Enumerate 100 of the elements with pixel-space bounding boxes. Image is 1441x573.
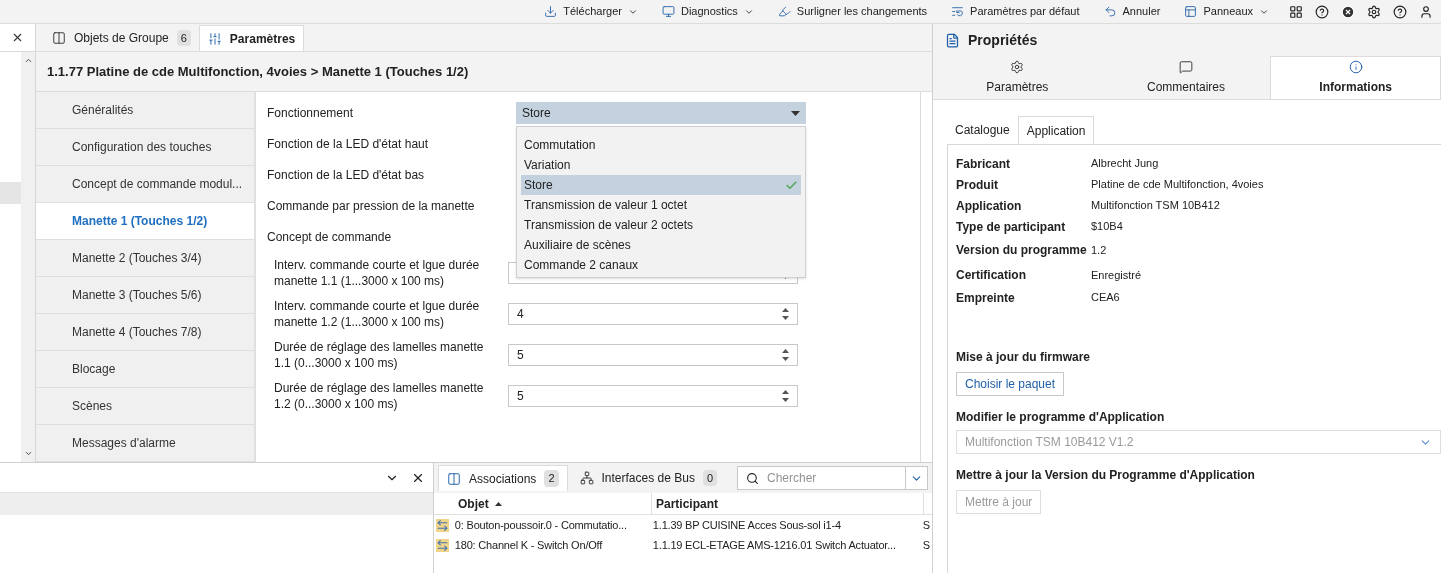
number-field[interactable]: 4: [508, 303, 798, 325]
field-label: Fonction de la LED d'état bas: [267, 167, 426, 184]
table-cell-text: S: [921, 537, 931, 553]
settings-icon[interactable]: [1367, 4, 1381, 19]
properties-tab[interactable]: Paramètres: [933, 56, 1102, 99]
info-icon: [1348, 60, 1363, 74]
field-label: Commande par pression de la manette: [267, 198, 476, 215]
sliders-icon: [207, 31, 222, 46]
dropdown-option[interactable]: Commande 2 canaux: [521, 255, 801, 275]
spin-arrows-icon[interactable]: [782, 308, 789, 320]
user-icon[interactable]: [1419, 4, 1433, 19]
grid-icon[interactable]: [1289, 4, 1303, 19]
panel-tab[interactable]: Interfaces de Bus 0: [571, 465, 725, 491]
field-label: Fonctionnement: [267, 105, 355, 122]
info-value: CEA6: [1091, 290, 1120, 306]
dropdown-option[interactable]: Variation: [521, 155, 801, 175]
nav-item[interactable]: Manette 4 (Touches 7/8): [36, 314, 254, 351]
columns-icon: [447, 471, 461, 486]
association-icon: [435, 518, 449, 532]
close-circle-icon[interactable]: [1341, 4, 1355, 19]
dropdown-option[interactable]: Store: [521, 175, 801, 195]
nav-item[interactable]: Généralités: [36, 92, 254, 129]
count-badge: 0: [702, 469, 717, 487]
properties-tab[interactable]: Commentaires: [1101, 56, 1271, 99]
info-value: Enregistré: [1091, 267, 1142, 283]
table-cell-text: 1.1.19 ECL-ETAGE AMS-1216.01 Switch Actuator...: [651, 537, 897, 553]
help-icon[interactable]: [1393, 4, 1407, 19]
nav-item[interactable]: Manette 2 (Touches 3/4): [36, 240, 254, 277]
toolbar-button[interactable]: Télécharger: [540, 1, 642, 22]
info-label: Application: [956, 197, 1023, 215]
table-cell-text: 180: Channel K - Switch On/Off: [453, 537, 604, 553]
scrollbar[interactable]: [21, 52, 35, 462]
list-row-highlight: [0, 182, 21, 204]
info-label: Empreinte: [956, 289, 1016, 307]
info-value: Platine de cde Multifonction, 4voies: [1091, 177, 1264, 193]
panel-title: Propriétés: [968, 30, 1038, 50]
dropdown-option[interactable]: Transmission de valeur 2 octets: [521, 215, 801, 235]
field-label: Fonction de la LED d'état haut: [267, 136, 430, 153]
column-header[interactable]: Objet: [454, 493, 652, 514]
highlighter-icon: [777, 5, 791, 18]
info-label: Type de participant: [956, 218, 1067, 236]
info-value: $10B4: [1091, 219, 1123, 235]
dropdown-option[interactable]: Auxiliaire de scènes: [521, 235, 801, 255]
field-label: Durée de réglage des lamelles manette 1.2 (0...3000 x 100 ms): [273, 380, 485, 412]
caret-icon: [791, 110, 800, 116]
count-badge: 6: [176, 29, 191, 47]
search-input[interactable]: Chercher: [767, 469, 905, 487]
toolbar-button[interactable]: Panneaux: [1180, 1, 1273, 22]
section-heading: Mise à jour du firmware: [956, 349, 1092, 366]
nav-item[interactable]: Configuration des touches: [36, 129, 254, 166]
search-box[interactable]: Chercher: [737, 466, 928, 490]
table-cell-text: 1.1.39 BP CUISINE Acces Sous-sol i1-4: [651, 517, 842, 533]
nav-item[interactable]: Blocage: [36, 351, 254, 388]
monitor-icon: [661, 5, 675, 18]
number-field[interactable]: 5: [508, 344, 798, 366]
info-value: Multifonction TSM 10B412: [1091, 198, 1220, 214]
document-tab[interactable]: Paramètres: [198, 25, 305, 51]
sub-tab[interactable]: Catalogue: [947, 116, 1018, 144]
field-label: Concept de commande: [267, 229, 393, 246]
field-label: Durée de réglage des lamelles manette 1.1 (0...3000 x 100 ms): [273, 339, 485, 371]
panel-tab[interactable]: Associations 2: [438, 465, 568, 491]
help-icon[interactable]: [1315, 4, 1329, 19]
comment-icon: [1179, 59, 1193, 74]
spin-arrows-icon[interactable]: [782, 349, 789, 361]
toolbar-button[interactable]: Surligner les changements: [773, 1, 932, 22]
toolbar-button[interactable]: Annuler: [1099, 1, 1165, 22]
scroll-up-icon[interactable]: [23, 56, 33, 65]
field-label: Interv. commande courte et lgue durée manette 1.2 (1...3000 x 100 ms): [273, 298, 481, 330]
number-field[interactable]: 5: [508, 385, 798, 407]
dropdown-field[interactable]: Store: [516, 102, 806, 124]
columns-icon: [52, 31, 66, 45]
toolbar-button[interactable]: Diagnostics: [657, 1, 758, 22]
undo-icon: [1103, 5, 1117, 18]
count-badge: 2: [544, 470, 559, 487]
sub-tab[interactable]: Application: [1017, 116, 1095, 144]
document-tab[interactable]: Objets de Groupe 6: [44, 25, 199, 51]
nav-item[interactable]: Scènes: [36, 388, 254, 425]
close-icon[interactable]: [11, 31, 24, 44]
scroll-down-icon[interactable]: [23, 449, 33, 458]
info-value: 1.2: [1091, 242, 1107, 258]
info-label: Produit: [956, 176, 999, 194]
column-header[interactable]: Participant: [652, 493, 924, 514]
breadcrumb: 1.1.77 Platine de cde Multifonction, 4voies > Manette 1 (Touches 1/2): [47, 62, 469, 81]
association-icon: [435, 538, 449, 552]
info-label: Certification: [956, 267, 1027, 284]
table-cell-text: S: [921, 517, 931, 533]
section-heading: Modifier le programme d'Application: [956, 409, 1166, 426]
nav-item[interactable]: Manette 1 (Touches 1/2): [36, 203, 254, 240]
spin-arrows-icon[interactable]: [782, 390, 789, 402]
search-icon: [746, 471, 759, 485]
settings-icon: [1010, 59, 1025, 74]
nav-item[interactable]: Manette 3 (Touches 5/6): [36, 277, 254, 314]
document-icon: [945, 32, 960, 48]
dropdown-option[interactable]: Transmission de valeur 1 octet: [521, 195, 801, 215]
choose-package-button[interactable]: Choisir le paquet: [956, 372, 1065, 396]
toolbar-button[interactable]: Paramètres par défaut: [947, 1, 1084, 22]
dropdown-option[interactable]: Commutation: [521, 135, 801, 155]
section-heading: Mettre à jour la Version du Programme d'Application: [956, 467, 1256, 484]
properties-tab[interactable]: Informations: [1270, 56, 1441, 99]
download-icon: [544, 5, 558, 18]
